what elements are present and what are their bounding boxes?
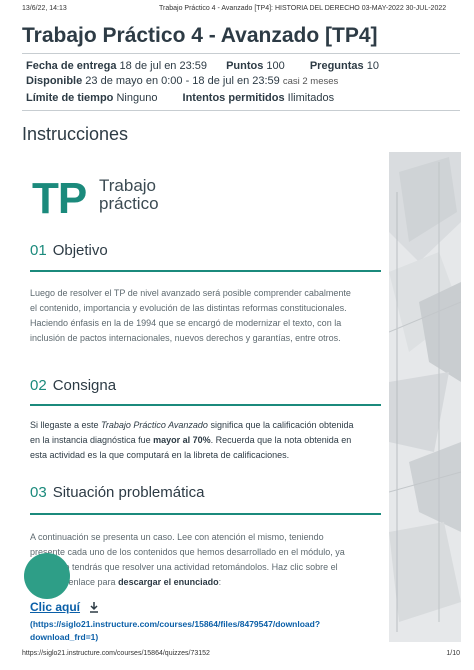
instructions-content: TP Trabajo práctico 01 Objetivo Luego de … (22, 152, 389, 642)
bold-text: mayor al 70% (153, 435, 211, 445)
tp-logo-word-2: práctico (99, 194, 159, 213)
download-url-line-2[interactable]: download_frd=1) (30, 632, 98, 642)
text-line: presente cada uno de los contenidos que … (30, 547, 345, 557)
attempts-value: Ilimitados (287, 92, 335, 104)
due-value: 18 de jul en 23:59 (119, 60, 208, 72)
text-line: inclusión de pactos internacionales, nue… (30, 333, 341, 343)
meta-divider (22, 110, 460, 111)
section-number: 01 (30, 242, 47, 259)
text-line: el contenido, importancia y evolución de… (30, 303, 347, 313)
questions-label: Preguntas (309, 60, 364, 72)
print-header: 13/6/22, 14:13 Trabajo Práctico 4 - Avan… (22, 5, 460, 17)
section-number: 02 (30, 377, 47, 394)
geometric-pattern-icon (389, 152, 461, 642)
tp-logo: TP (32, 174, 87, 223)
text-line: Luego de resolver el TP de nivel avanzad… (30, 288, 351, 298)
quiz-meta-row-1: Fecha de entrega 18 de jul en 23:59 Punt… (26, 60, 379, 72)
section-rule (30, 513, 381, 515)
text-line: esta actividad es la que computará en la… (30, 450, 290, 460)
section-rule (30, 270, 381, 272)
bold-text: descargar el enunciado (118, 577, 219, 587)
situacion-text: A continuación se presenta un caso. Lee … (30, 530, 381, 590)
title-divider (22, 53, 460, 54)
points-value: 100 (266, 60, 285, 72)
section-objetivo-heading: 01 Objetivo (30, 242, 108, 259)
download-url-line-1[interactable]: (https://siglo21.instructure.com/courses… (30, 619, 320, 629)
download-link[interactable]: Clic aquí (30, 600, 80, 614)
text-line: Si llegaste a este Trabajo Práctico Avan… (30, 420, 354, 430)
help-fab-button[interactable] (24, 553, 70, 599)
text-line: en la instancia diagnóstica fue mayor al… (30, 435, 352, 445)
text-line: siguiente enlace para descargar el enunc… (30, 577, 222, 587)
section-rule (30, 404, 381, 406)
print-url: https://siglo21.instructure.com/courses/… (22, 650, 210, 657)
consigna-text: Si llegaste a este Trabajo Práctico Avan… (30, 418, 381, 463)
quiz-meta-row-2: Disponible 23 de mayo en 0:00 - 18 de ju… (26, 75, 338, 87)
section-title: Situación problemática (52, 484, 205, 501)
due-label: Fecha de entrega (26, 60, 117, 72)
objetivo-text: Luego de resolver el TP de nivel avanzad… (30, 286, 381, 346)
attempts-label: Intentos permitidos (182, 92, 285, 104)
section-consigna-heading: 02 Consigna (30, 377, 116, 394)
print-doc-title: Trabajo Práctico 4 - Avanzado [TP4]: HIS… (159, 5, 447, 12)
decorative-image (389, 152, 461, 642)
points-label: Puntos (226, 60, 264, 72)
text-line: A continuación se presenta un caso. Lee … (30, 532, 324, 542)
section-title: Consigna (52, 377, 117, 394)
tp-logo-word-1: Trabajo (99, 176, 157, 195)
time-limit-label: Límite de tiempo (26, 92, 114, 104)
page-title: Trabajo Práctico 4 - Avanzado [TP4] (22, 24, 378, 47)
time-limit-value: Ninguno (116, 92, 158, 104)
instructions-heading: Instrucciones (22, 124, 129, 144)
questions-value: 10 (366, 60, 379, 72)
available-value: 23 de mayo en 0:00 - 18 de jul en 23:59 (85, 75, 280, 87)
print-date: 13/6/22, 14:13 (22, 5, 67, 12)
italic-text: Trabajo Práctico Avanzado (101, 420, 208, 430)
print-page-number: 1/10 (446, 650, 460, 657)
section-number: 03 (30, 484, 47, 501)
text-line: que luego tendrás que resolver una activ… (30, 562, 338, 572)
section-title: Objetivo (52, 242, 108, 259)
available-note: casi 2 meses (282, 76, 339, 87)
available-label: Disponible (26, 75, 83, 87)
section-situacion-heading: 03 Situación problemática (30, 484, 204, 501)
download-icon[interactable] (88, 601, 100, 613)
text-line: Haciendo énfasis en la de 1994 que se en… (30, 318, 342, 328)
quiz-meta-row-3: Límite de tiempo Ninguno Intentos permit… (26, 92, 334, 104)
print-footer: https://siglo21.instructure.com/courses/… (22, 650, 460, 662)
